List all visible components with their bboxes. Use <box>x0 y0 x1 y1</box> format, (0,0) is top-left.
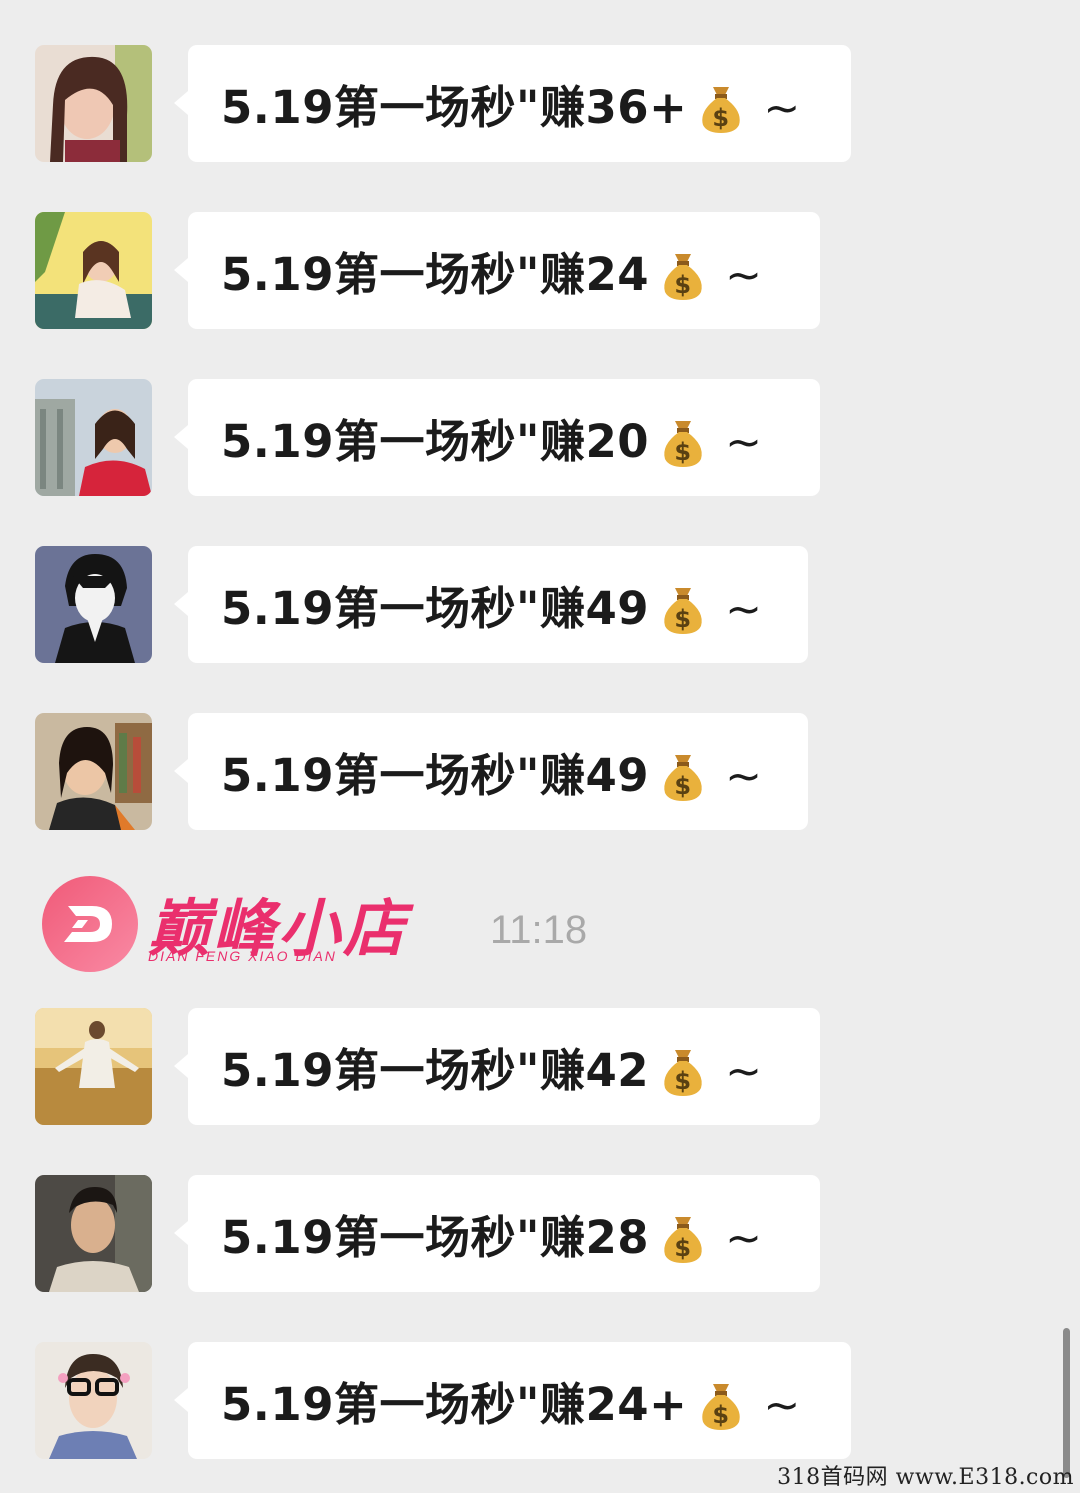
chat-bubble[interactable]: 5.19第一场秒"赚49 $ ~ <box>174 546 808 663</box>
logo-d-icon <box>42 876 138 972</box>
avatar[interactable] <box>35 1008 152 1125</box>
message-row: 5.19第一场秒"赚20 $ ~ <box>0 379 1080 497</box>
avatar[interactable] <box>35 713 152 830</box>
message-row: 5.19第一场秒"赚49 $ ~ <box>0 713 1080 831</box>
money-bag-icon: $ <box>659 1044 707 1096</box>
avatar[interactable] <box>35 1175 152 1292</box>
svg-text:$: $ <box>713 104 730 132</box>
money-bag-icon: $ <box>697 1378 745 1430</box>
avatar[interactable] <box>35 45 152 162</box>
avatar[interactable] <box>35 212 152 329</box>
scrollbar[interactable] <box>1063 1328 1070 1478</box>
chat-bubble[interactable]: 5.19第一场秒"赚42 $ ~ <box>174 1008 820 1125</box>
message-text: 5.19第一场秒"赚20 $ ~ <box>221 415 763 468</box>
message-text: 5.19第一场秒"赚36+ $ ~ <box>221 81 801 134</box>
chat-bubble[interactable]: 5.19第一场秒"赚20 $ ~ <box>174 379 820 496</box>
message-row: 5.19第一场秒"赚24 $ ~ <box>0 212 1080 330</box>
message-row: 5.19第一场秒"赚49 $ ~ <box>0 546 1080 664</box>
money-bag-icon: $ <box>659 248 707 300</box>
money-bag-icon: $ <box>659 582 707 634</box>
money-bag-icon: $ <box>659 749 707 801</box>
message-text: 5.19第一场秒"赚24 $ ~ <box>221 248 763 301</box>
message-text: 5.19第一场秒"赚28 $ ~ <box>221 1211 763 1264</box>
svg-text:$: $ <box>675 1067 692 1095</box>
message-text: 5.19第一场秒"赚42 $ ~ <box>221 1044 763 1097</box>
chat-bubble[interactable]: 5.19第一场秒"赚28 $ ~ <box>174 1175 820 1292</box>
chat-bubble[interactable]: 5.19第一场秒"赚24+ $ ~ <box>174 1342 851 1459</box>
watermark: 318首码网 www.E318.com <box>777 1465 1074 1490</box>
svg-text:$: $ <box>675 1234 692 1262</box>
svg-text:$: $ <box>675 438 692 466</box>
timestamp: 11:18 <box>490 908 588 952</box>
message-text: 5.19第一场秒"赚49 $ ~ <box>221 749 763 802</box>
chat-bubble[interactable]: 5.19第一场秒"赚24 $ ~ <box>174 212 820 329</box>
message-row: 5.19第一场秒"赚42 $ ~ <box>0 1008 1080 1126</box>
message-row: 5.19第一场秒"赚24+ $ ~ <box>0 1342 1080 1460</box>
svg-text:$: $ <box>675 605 692 633</box>
avatar[interactable] <box>35 546 152 663</box>
message-text: 5.19第一场秒"赚49 $ ~ <box>221 582 763 635</box>
money-bag-icon: $ <box>659 415 707 467</box>
message-text: 5.19第一场秒"赚24+ $ ~ <box>221 1378 801 1431</box>
message-row: 5.19第一场秒"赚36+ $ ~ <box>0 45 1080 163</box>
avatar[interactable] <box>35 1342 152 1459</box>
chat-bubble[interactable]: 5.19第一场秒"赚49 $ ~ <box>174 713 808 830</box>
money-bag-icon: $ <box>659 1211 707 1263</box>
brand-logo: 巅峰小店 DIAN FENG XIAO DIAN <box>42 876 432 976</box>
message-row: 5.19第一场秒"赚28 $ ~ <box>0 1175 1080 1293</box>
logo-subtitle: DIAN FENG XIAO DIAN <box>148 948 337 964</box>
money-bag-icon: $ <box>697 81 745 133</box>
svg-text:$: $ <box>713 1401 730 1429</box>
svg-text:$: $ <box>675 271 692 299</box>
svg-text:$: $ <box>675 772 692 800</box>
avatar[interactable] <box>35 379 152 496</box>
chat-bubble[interactable]: 5.19第一场秒"赚36+ $ ~ <box>174 45 851 162</box>
